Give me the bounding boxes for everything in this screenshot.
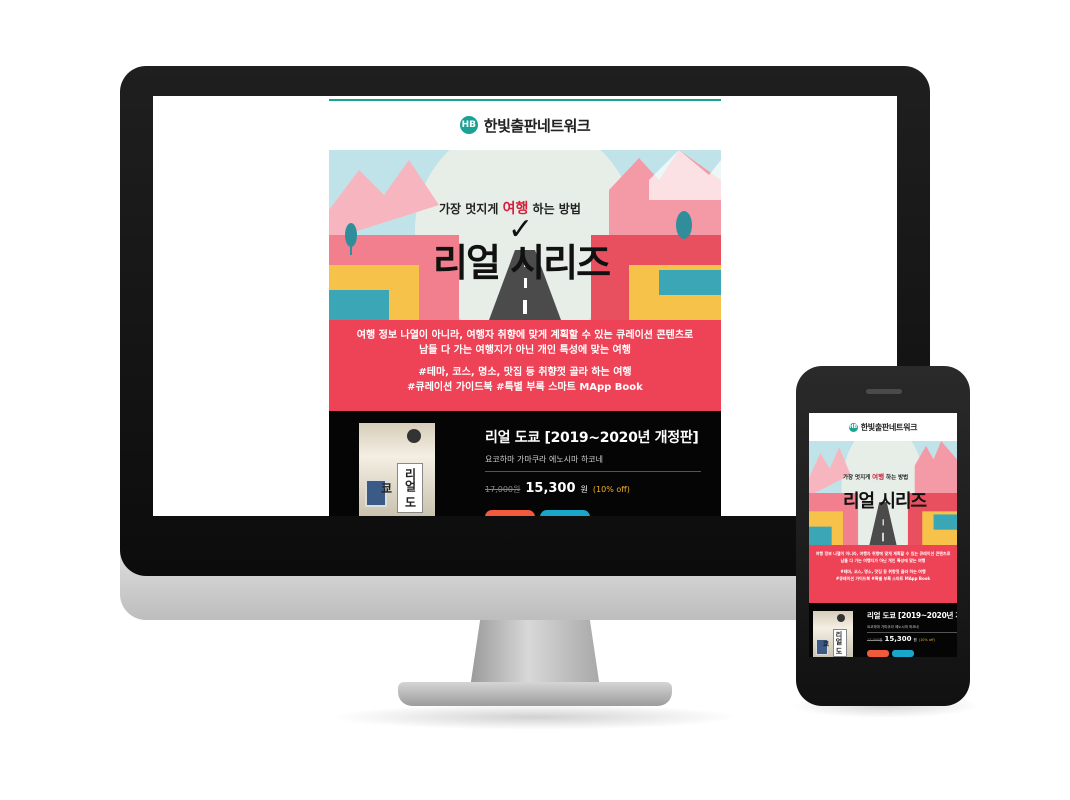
mobile-screen: HB 한빛출판네트워크 가장 멋지게 여행 하는 방법 리얼 시리즈 여행 정보… xyxy=(809,413,957,657)
mobile-buy-button[interactable] xyxy=(867,650,889,657)
mobile-hero-title: 리얼 시리즈 xyxy=(843,491,927,512)
mobile-book-cover-title: 리얼 도쿄 xyxy=(822,629,847,657)
price-sale: 15,300 xyxy=(525,481,576,496)
mobile-preview-button[interactable] xyxy=(892,650,914,657)
mobile-brand-logo[interactable]: HB 한빛출판네트워크 xyxy=(809,421,957,433)
mobile-book-subtitle: 요코하마 가마쿠라 에노시마 하코네 xyxy=(867,625,919,629)
promo-line-1: 여행 정보 나열이 아니라, 여행자 취향에 맞게 계획할 수 있는 큐레이션 … xyxy=(356,330,694,341)
mobile-book-cover[interactable]: 리얼 도쿄 xyxy=(813,611,853,657)
book-cover[interactable]: 리얼 도쿄 xyxy=(359,423,435,516)
mobile-divider xyxy=(867,632,957,633)
mobile-promo-line-2: 남들 다 가는 여행지가 아닌 개인 특성에 맞는 여행 xyxy=(840,558,926,563)
preview-button[interactable] xyxy=(540,510,590,516)
mobile-price-original: 17,000원 xyxy=(867,638,883,642)
price-original: 17,000원 xyxy=(485,485,521,494)
desktop-screen: HB 한빛출판네트워크 가장 멋지게 여행 하는 방법 리얼 시리즈 ✓ 여행 … xyxy=(153,96,897,516)
hero-banner[interactable]: 가장 멋지게 여행 하는 방법 리얼 시리즈 ✓ xyxy=(329,150,721,320)
mobile-brand-name: 한빛출판네트워크 xyxy=(860,422,918,432)
promo-hashtags-1: #테마, 코스, 명소, 맛집 등 취향껏 골라 하는 여행 xyxy=(418,367,632,378)
monitor-base xyxy=(398,682,672,706)
mobile-price-unit: 원 xyxy=(913,638,917,642)
mobile-promo-section: 여행 정보 나열이 아니라, 여행자 취향에 맞게 계획할 수 있는 큐레이션 … xyxy=(809,545,957,603)
mobile-hero-banner[interactable]: 가장 멋지게 여행 하는 방법 리얼 시리즈 xyxy=(809,441,957,545)
book-sign-icon xyxy=(837,614,845,622)
mobile-hero-subtitle: 가장 멋지게 여행 하는 방법 xyxy=(843,473,909,481)
divider xyxy=(485,471,701,472)
book-title[interactable]: 리얼 도쿄 [2019~2020년 개정판] xyxy=(485,427,699,447)
mobile-discount-badge: (10% off) xyxy=(918,638,935,642)
mobile-promo-hashtags-2: #큐레이션 가이드북 #특별 부록 스마트 MApp Book xyxy=(835,576,931,581)
mobile-promo-line-1: 여행 정보 나열이 아니라, 여행자 취향에 맞게 계획할 수 있는 큐레이션 … xyxy=(815,551,951,556)
promo-line-2: 남들 다 가는 여행지가 아닌 개인 특성에 맞는 여행 xyxy=(419,345,631,356)
promo-hashtags-2: #큐레이션 가이드북 #특별 부록 스마트 MApp Book xyxy=(407,382,643,393)
phone-speaker xyxy=(866,389,902,394)
hanbit-logo-icon: HB xyxy=(459,116,478,134)
mobile-book-title[interactable]: 리얼 도쿄 [2019~2020년 개정판] xyxy=(867,610,957,621)
mobile-promo-hashtags-1: #테마, 코스, 명소, 맛집 등 취향껏 골라 하는 여행 xyxy=(840,569,926,574)
book-section: 리얼 도쿄 리얼 도쿄 [2019~2020년 개정판] 요코하마 가마쿠라 에… xyxy=(329,411,721,516)
buy-button[interactable] xyxy=(485,510,535,516)
mobile-book-price: 17,000원 15,300 원 (10% off) xyxy=(867,635,935,643)
header-accent-line xyxy=(329,99,721,101)
hero-title: 리얼 시리즈 ✓ xyxy=(433,212,611,285)
book-price: 17,000원 15,300 원 (10% off) xyxy=(485,481,630,496)
desktop-email: HB 한빛출판네트워크 가장 멋지게 여행 하는 방법 리얼 시리즈 ✓ 여행 … xyxy=(329,96,721,516)
monitor-shadow xyxy=(330,704,740,730)
book-cover-title: 리얼 도쿄 xyxy=(379,463,423,513)
hanbit-logo-icon: HB xyxy=(848,422,858,432)
brand-logo[interactable]: HB 한빛출판네트워크 xyxy=(329,114,721,136)
mobile-book-section: 리얼 도쿄 리얼 도쿄 [2019~2020년 개정판] 요코하마 가마쿠라 에… xyxy=(809,603,957,657)
checkmark-icon: ✓ xyxy=(508,212,533,247)
monitor-neck xyxy=(470,618,600,688)
brand-name: 한빛출판네트워크 xyxy=(483,116,591,135)
book-subtitle: 요코하마 가마쿠라 에노시마 하코네 xyxy=(485,455,604,464)
price-unit: 원 xyxy=(580,485,588,494)
promo-section: 여행 정보 나열이 아니라, 여행자 취향에 맞게 계획할 수 있는 큐레이션 … xyxy=(329,320,721,411)
mobile-price-sale: 15,300 xyxy=(884,635,912,643)
discount-badge: (10% off) xyxy=(592,485,630,494)
book-sign-icon xyxy=(407,429,421,443)
